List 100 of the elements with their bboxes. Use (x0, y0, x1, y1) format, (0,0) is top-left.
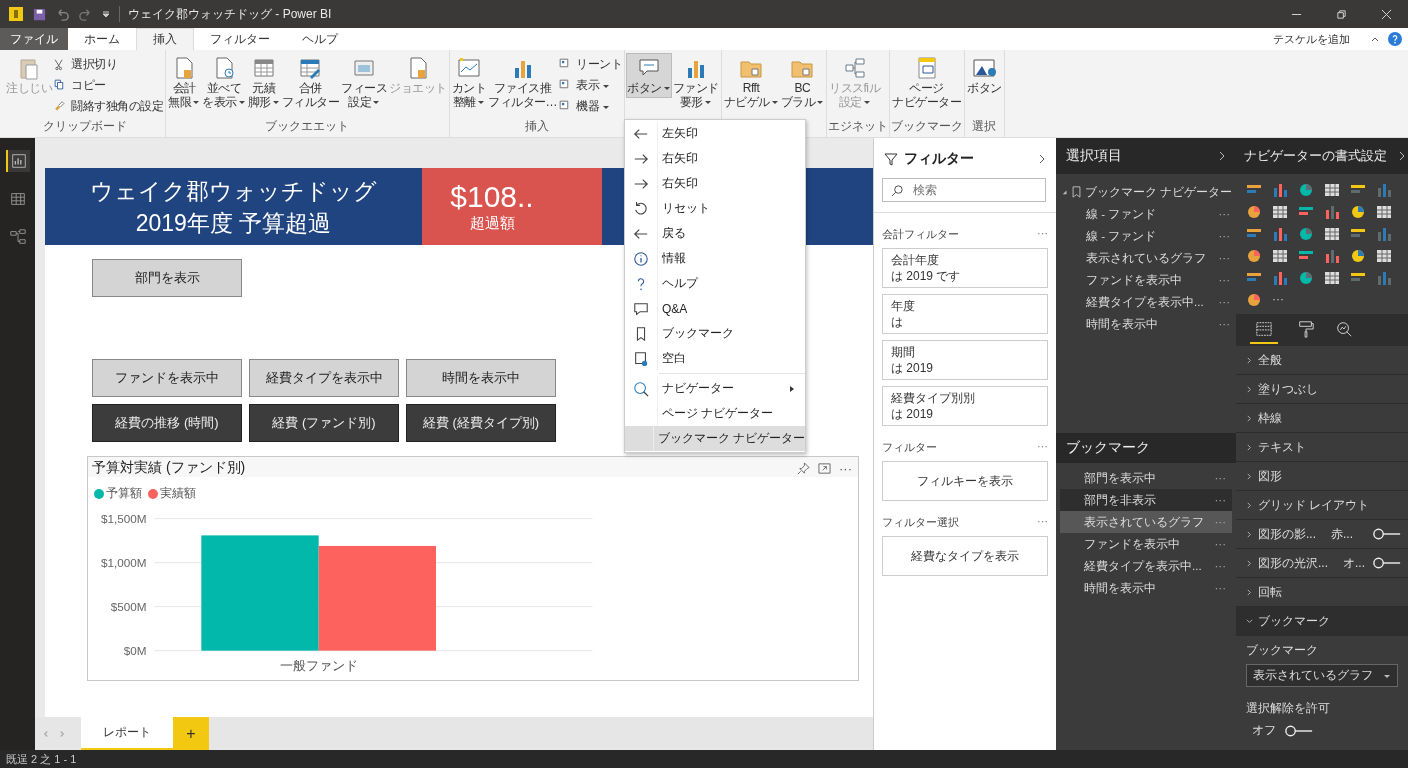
page-tab[interactable]: レポート (81, 717, 173, 750)
report-view-icon[interactable] (5, 150, 30, 172)
tree-item[interactable]: 時間を表示中 (1086, 316, 1158, 332)
ribbon-button[interactable]: ファンド 要形 (671, 53, 720, 112)
visual-type-icon[interactable] (1246, 248, 1262, 264)
ribbon-button[interactable]: カント 整離 (450, 53, 487, 112)
bookmark-item[interactable]: 時間を表示中 ··· (1060, 577, 1232, 599)
ribbon-button[interactable]: 元績 脚形 (246, 53, 281, 112)
bookmark-item[interactable]: 部門を表示中 ··· (1060, 467, 1232, 489)
filter-card[interactable]: 年度 は (882, 294, 1048, 334)
more-options[interactable]: ··· (1214, 560, 1226, 572)
bookmark-dropdown[interactable]: 表示されているグラフ (1246, 664, 1398, 687)
save-icon[interactable] (32, 6, 47, 22)
visual-type-icon[interactable] (1376, 248, 1392, 264)
more-options[interactable]: ··· (1218, 230, 1230, 242)
more-options[interactable]: ··· (1218, 208, 1230, 220)
focus-mode-icon[interactable] (818, 461, 831, 475)
format-section[interactable]: 塗りつぶし (1236, 375, 1408, 404)
format-section[interactable]: 図形の影... 赤... (1236, 520, 1408, 549)
menu-item[interactable]: ブックマーク ナビゲーター (625, 426, 805, 451)
tab-bar-link[interactable]: テスケルを追加 (1273, 28, 1350, 50)
add-page-button[interactable]: + (173, 717, 209, 750)
close-icon[interactable] (1381, 8, 1392, 20)
menu-item[interactable]: リセット (625, 196, 805, 221)
visual-type-icon[interactable] (1376, 204, 1392, 220)
ribbon-button[interactable]: コピー (53, 76, 164, 95)
ribbon-tab[interactable]: ファイル (0, 28, 68, 50)
ribbon-button[interactable]: 並べて を表示 (201, 53, 247, 112)
ribbon-tab[interactable]: ホーム (68, 28, 136, 50)
visual-type-icon[interactable] (1324, 248, 1340, 264)
more-options[interactable]: ··· (1037, 227, 1048, 242)
visual-type-icon[interactable] (1324, 204, 1340, 220)
more-options[interactable]: ··· (1214, 582, 1226, 594)
tree-item[interactable]: 表示されているグラフ (1086, 250, 1206, 266)
visual-type-icon[interactable] (1272, 248, 1288, 264)
help-icon[interactable] (1388, 32, 1402, 46)
more-options[interactable]: ··· (1037, 440, 1048, 455)
menu-item[interactable]: 右矢印 (625, 171, 805, 196)
chevron-right-icon[interactable] (1038, 153, 1046, 165)
menu-item[interactable]: 空白 (625, 346, 805, 371)
ribbon-button[interactable]: Rfft ナビゲル (722, 53, 780, 112)
pin-icon[interactable] (797, 461, 810, 475)
ribbon-button[interactable]: 表示 (558, 76, 623, 95)
visual-type-icon[interactable] (1272, 226, 1288, 242)
bookmark-button[interactable]: 経費 (ファンド別) (249, 404, 399, 442)
visual-type-icon[interactable] (1272, 182, 1288, 198)
ribbon-button[interactable]: ボタン (966, 53, 1003, 98)
filter-card[interactable]: 経費タイプ別別 は 2019 (882, 386, 1048, 426)
fields-icon[interactable] (1250, 320, 1278, 344)
menu-item[interactable]: ヘルプ (625, 271, 805, 296)
filter-card[interactable]: 会計年度 は 2019 です (882, 248, 1048, 288)
ribbon-tab[interactable]: 挿入 (136, 28, 194, 50)
ribbon-button[interactable]: 闘絡す独角の設定 (53, 97, 164, 116)
menu-item[interactable]: ナビゲーター (625, 376, 805, 401)
visual-type-icon[interactable] (1324, 182, 1340, 198)
toggle-switch[interactable] (1284, 724, 1314, 737)
format-section[interactable]: ブックマーク (1236, 607, 1408, 636)
toggle-switch[interactable] (1372, 528, 1402, 540)
more-options[interactable]: ··· (1037, 515, 1048, 530)
more-options[interactable]: ··· (1218, 274, 1230, 286)
visual-type-icon[interactable] (1298, 182, 1314, 198)
chevron-right-icon[interactable] (1218, 150, 1226, 162)
ribbon-button[interactable]: リーント (558, 55, 623, 74)
menu-item[interactable]: 情報 (625, 246, 805, 271)
format-section[interactable]: 図形の光沢... オ... (1236, 549, 1408, 578)
bookmark-item[interactable]: 経費タイプを表示中... ··· (1060, 555, 1232, 577)
ribbon-button[interactable]: ボタン (626, 53, 672, 98)
bookmark-button[interactable]: 経費の推移 (時間) (92, 404, 242, 442)
more-visuals[interactable]: ··· (1272, 292, 1291, 308)
visual-type-icon[interactable] (1246, 204, 1262, 220)
format-section[interactable]: テキスト (1236, 433, 1408, 462)
more-options[interactable]: ··· (1214, 538, 1226, 550)
ribbon-button[interactable]: ファイス推 フィルター… (487, 53, 558, 112)
bookmark-item[interactable]: 表示されているグラフ ··· (1060, 511, 1232, 533)
bookmark-button[interactable]: 部門を表示 (92, 259, 242, 297)
format-section[interactable]: 図形 (1236, 462, 1408, 491)
format-section[interactable]: 全般 (1236, 346, 1408, 375)
ribbon-tab[interactable]: ヘルプ (286, 28, 354, 50)
visual-type-icon[interactable] (1324, 226, 1340, 242)
bookmark-item[interactable]: ファンドを表示中 ··· (1060, 533, 1232, 555)
visual-type-icon[interactable] (1350, 248, 1366, 264)
more-options[interactable]: ··· (1218, 318, 1230, 330)
visual-type-icon[interactable] (1298, 270, 1314, 286)
ribbon-button[interactable]: 会計 無限 (167, 53, 201, 112)
ribbon-button[interactable]: 機器 (558, 97, 623, 116)
search-field[interactable]: 検索 (882, 178, 1046, 202)
menu-item[interactable]: 戻る (625, 221, 805, 246)
ribbon-button[interactable]: BC ブラル (779, 53, 825, 112)
chevron-right-icon[interactable] (1398, 150, 1406, 162)
tree-item[interactable]: 線 - ファンド (1086, 206, 1157, 222)
menu-item[interactable]: ブックマーク (625, 321, 805, 346)
menu-item[interactable]: 左矢印 (625, 121, 805, 146)
filter-button[interactable]: フィルキーを表示 (882, 461, 1048, 501)
format-section[interactable]: グリッド レイアウト (1236, 491, 1408, 520)
ribbon-button[interactable]: ページ ナビゲーター (891, 53, 962, 112)
visual-type-icon[interactable] (1272, 204, 1288, 220)
bookmark-button[interactable]: 経費 (経費タイプ別) (406, 404, 556, 442)
more-options[interactable]: ··· (1214, 472, 1226, 484)
bookmark-button[interactable]: ファンドを表示中 (92, 359, 242, 397)
more-options[interactable]: ··· (1214, 494, 1226, 506)
